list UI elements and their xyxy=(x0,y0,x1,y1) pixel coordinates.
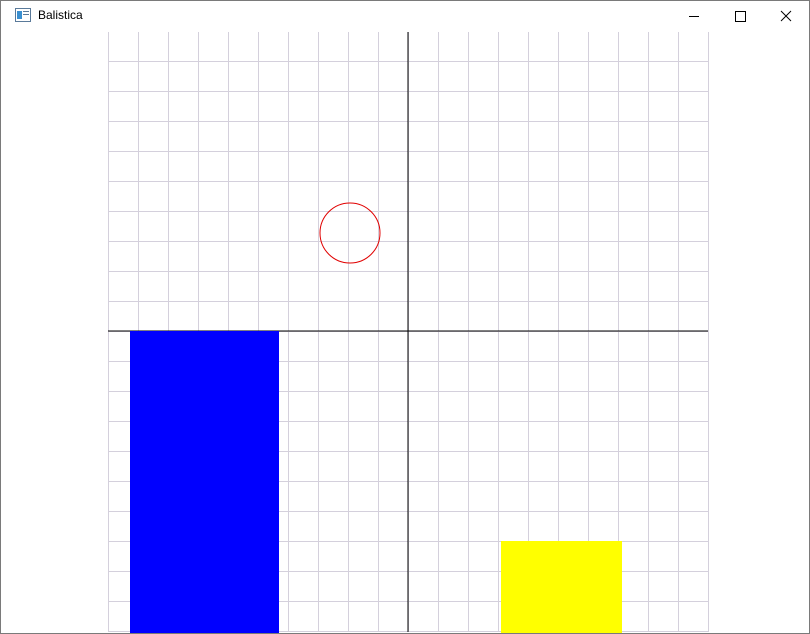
left-block xyxy=(130,331,279,633)
drawing-canvas[interactable] xyxy=(1,1,809,633)
right-block xyxy=(501,541,622,633)
app-window: Balistica xyxy=(0,0,810,634)
